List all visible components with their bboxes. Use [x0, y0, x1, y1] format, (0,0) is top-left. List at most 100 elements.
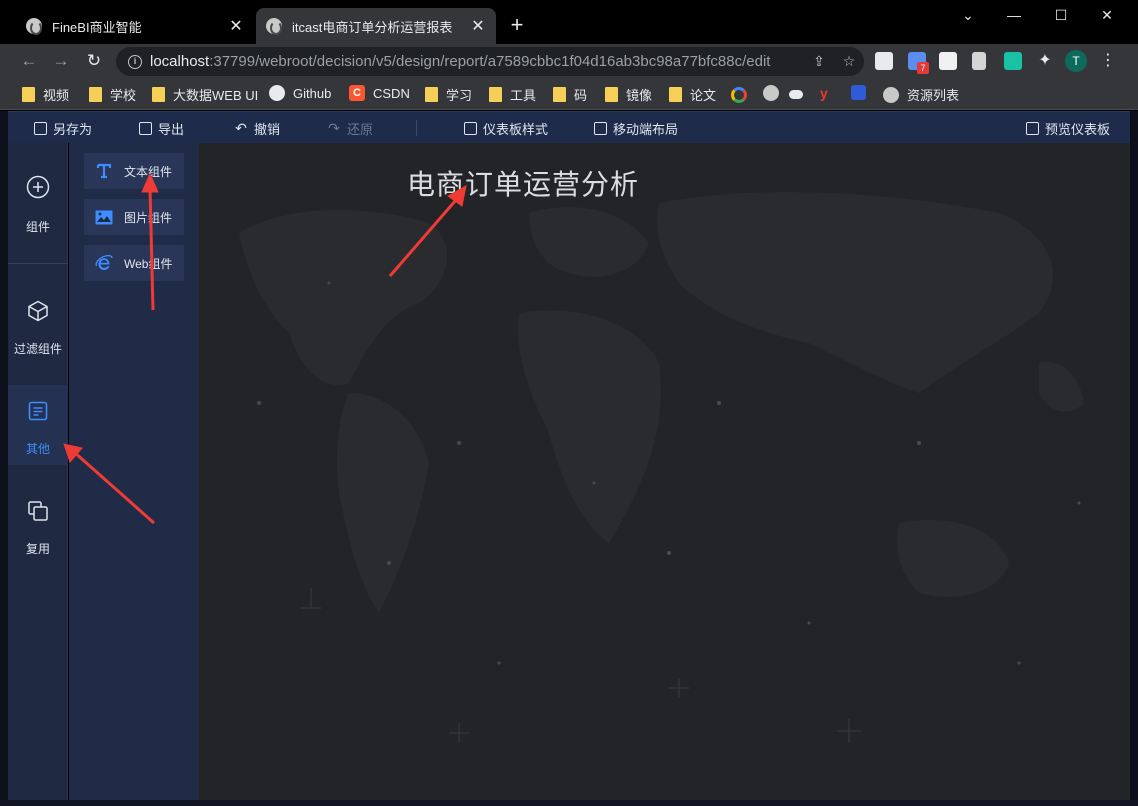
- forward-icon[interactable]: →: [50, 50, 72, 72]
- folder-icon: [489, 87, 502, 102]
- bookmarks-bar: 视频 学校 大数据WEB UI Github C CSDN 学习 工具 码 镜像 …: [0, 78, 1138, 110]
- redo-icon: ↷: [328, 120, 340, 136]
- save-icon: [34, 122, 47, 135]
- tab-title: FineBI商业智能: [52, 19, 142, 35]
- browser-toolbar: ← → ↻ i localhost:37799/webroot/decision…: [0, 44, 1138, 78]
- more-menu-icon[interactable]: ⋮: [1100, 50, 1116, 72]
- document-icon: [28, 401, 48, 421]
- github-icon: [269, 85, 285, 101]
- google-icon[interactable]: [731, 87, 747, 103]
- puzzle-icon[interactable]: ✦: [1036, 52, 1054, 70]
- reload-icon[interactable]: ↻: [83, 50, 105, 72]
- globe-icon[interactable]: [763, 85, 787, 101]
- toolbar-divider: [416, 120, 417, 136]
- tab-search-icon[interactable]: ⌄: [953, 4, 983, 26]
- bookmark-resources[interactable]: 资源列表: [883, 85, 959, 104]
- browser-tab-report[interactable]: itcast电商订单分析运营报表 ✕: [256, 8, 496, 44]
- window-edge-left: [0, 111, 8, 806]
- share-icon[interactable]: ⇪: [804, 53, 834, 70]
- url-text[interactable]: localhost:37799/webroot/decision/v5/desi…: [150, 53, 804, 70]
- folder-icon: [553, 87, 566, 102]
- component-label: 文本组件: [124, 164, 173, 179]
- cloud-icon[interactable]: [789, 90, 803, 99]
- undo-button[interactable]: ↶ 撤销: [234, 119, 280, 138]
- rail-item-filter-components[interactable]: 过滤组件: [8, 289, 68, 369]
- folder-icon: [425, 87, 438, 102]
- folder-icon: [89, 87, 102, 102]
- window-edge-right: [1130, 111, 1138, 806]
- extension-icon[interactable]: [1004, 52, 1022, 70]
- globe-icon: [266, 18, 282, 35]
- globe-icon: [26, 18, 42, 35]
- component-panel: 文本组件 图片组件 Web组件: [69, 143, 199, 800]
- address-bar[interactable]: i localhost:37799/webroot/decision/v5/de…: [116, 47, 864, 76]
- web-component-item[interactable]: Web组件: [84, 245, 184, 281]
- plus-circle-icon: [26, 175, 50, 199]
- redo-button[interactable]: ↷ 还原: [327, 119, 373, 138]
- folder-icon: [669, 87, 682, 102]
- mobile-icon: [594, 122, 607, 135]
- site-info-icon[interactable]: i: [128, 54, 142, 69]
- mobile-layout-button[interactable]: 移动端布局: [594, 119, 678, 138]
- bookmark-papers[interactable]: 论文: [669, 85, 716, 104]
- bookmark-bigdata[interactable]: 大数据WEB UI: [152, 85, 258, 104]
- rail-item-components[interactable]: 组件: [8, 165, 68, 245]
- bookmark-videos[interactable]: 视频: [22, 85, 69, 104]
- image-icon: [94, 208, 114, 226]
- browser-tab-finebi[interactable]: FineBI商业智能 ✕: [16, 8, 254, 44]
- world-map-background: [239, 192, 1084, 743]
- left-rail: 组件 过滤组件 其他 复用: [8, 143, 68, 800]
- tab-title: itcast电商订单分析运营报表: [292, 19, 453, 35]
- folder-icon: [605, 87, 618, 102]
- rail-label: 其他: [25, 442, 50, 456]
- extension-icon[interactable]: [875, 52, 893, 70]
- baidu-icon[interactable]: [851, 85, 866, 100]
- rail-divider: [8, 263, 68, 264]
- rail-item-reuse[interactable]: 复用: [8, 489, 68, 569]
- maximize-button[interactable]: ☐: [1046, 4, 1076, 26]
- bookmark-study[interactable]: 学习: [425, 85, 472, 104]
- bookmark-mirror[interactable]: 镜像: [605, 85, 652, 104]
- extension-badge: 7: [917, 62, 929, 74]
- dashboard-style-button[interactable]: 仪表板样式: [464, 119, 548, 138]
- style-icon: [464, 122, 477, 135]
- star-icon[interactable]: ☆: [834, 53, 864, 70]
- tab-close-icon[interactable]: ✕: [228, 16, 244, 36]
- extension-icon[interactable]: [972, 52, 986, 70]
- preview-dashboard-button[interactable]: 预览仪表板: [1026, 119, 1110, 138]
- minimize-button[interactable]: —: [999, 4, 1029, 26]
- close-window-button[interactable]: ✕: [1092, 4, 1122, 26]
- extension-icon[interactable]: [939, 52, 957, 70]
- bookmark-school[interactable]: 学校: [89, 85, 136, 104]
- export-button[interactable]: 导出: [139, 119, 184, 138]
- rail-item-other[interactable]: 其他: [8, 385, 68, 465]
- component-label: Web组件: [124, 256, 173, 271]
- tab-close-icon[interactable]: ✕: [470, 16, 486, 36]
- copy-icon: [28, 501, 48, 521]
- browser-tab-strip: FineBI商业智能 ✕ itcast电商订单分析运营报表 ✕ + ⌄ — ☐ …: [0, 0, 1138, 44]
- back-icon[interactable]: ←: [18, 50, 40, 72]
- text-icon: [94, 162, 114, 180]
- dashboard-title[interactable]: 电商订单运营分析: [407, 163, 639, 203]
- csdn-icon: C: [349, 85, 365, 101]
- new-tab-button[interactable]: +: [506, 12, 528, 38]
- youdao-icon[interactable]: y: [820, 85, 828, 101]
- profile-avatar[interactable]: T: [1065, 50, 1087, 72]
- export-icon: [139, 122, 152, 135]
- bookmark-tools[interactable]: 工具: [489, 85, 536, 104]
- cube-icon: [28, 300, 48, 322]
- monitor-icon: [1026, 122, 1039, 135]
- folder-icon: [152, 87, 165, 102]
- bookmark-code[interactable]: 码: [553, 85, 587, 104]
- dashboard-canvas[interactable]: 电商订单运营分析: [199, 143, 1130, 800]
- rail-label: 组件: [25, 220, 50, 234]
- text-component-item[interactable]: 文本组件: [84, 153, 184, 189]
- dashboard-toolbar: 另存为 导出 ↶ 撤销 ↷ 还原 仪表板样式 移动端布局 预览仪表板: [8, 111, 1130, 143]
- window-edge-bottom: [0, 800, 1138, 806]
- bookmark-csdn[interactable]: C CSDN: [349, 85, 410, 101]
- undo-icon: ↶: [235, 120, 247, 136]
- bookmark-github[interactable]: Github: [269, 85, 331, 101]
- image-component-item[interactable]: 图片组件: [84, 199, 184, 235]
- folder-icon: [22, 87, 35, 102]
- save-as-button[interactable]: 另存为: [34, 119, 92, 138]
